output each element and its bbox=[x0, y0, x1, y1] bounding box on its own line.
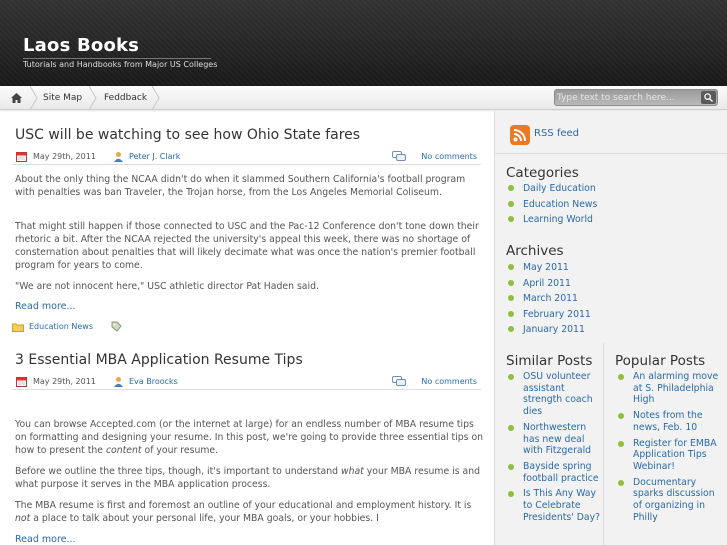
search-input[interactable] bbox=[557, 91, 697, 104]
calendar-icon bbox=[16, 152, 27, 162]
post-paragraph: That might still happen if those connect… bbox=[15, 221, 479, 271]
post-author[interactable]: Peter J. Clark bbox=[129, 152, 180, 161]
category-link[interactable]: Education News bbox=[506, 197, 597, 213]
nav-site-map[interactable]: Site Map bbox=[43, 86, 82, 110]
post-title[interactable]: USC will be watching to see how Ohio Sta… bbox=[15, 127, 360, 143]
popular-posts-title: Popular Posts bbox=[615, 353, 706, 369]
post-paragraph: Before we outline the three tips, though… bbox=[15, 466, 481, 490]
rss-icon bbox=[510, 125, 530, 145]
similar-post-link[interactable]: Is This Any Way to Celebrate Presidents'… bbox=[506, 488, 601, 523]
post-date: May 29th, 2011 bbox=[33, 152, 96, 161]
popular-post-link[interactable]: Documentary sparks discussion of organiz… bbox=[616, 477, 721, 524]
post-meta: May 29th, 2011 Eva Broocks No comments bbox=[13, 374, 481, 390]
site-header: Laos Books Tutorials and Handbooks from … bbox=[0, 0, 727, 86]
post-paragraph: About the only thing the NCAA didn't do … bbox=[15, 174, 466, 198]
archives-list: May 2011 April 2011 March 2011 February … bbox=[506, 260, 591, 338]
archive-link[interactable]: January 2011 bbox=[506, 322, 591, 338]
calendar-icon bbox=[16, 377, 27, 387]
popular-post-link[interactable]: Notes from the news, Feb. 10 bbox=[616, 410, 721, 433]
categories-title: Categories bbox=[506, 165, 579, 181]
comment-bubble-icon bbox=[392, 376, 406, 386]
popular-post-link[interactable]: An alarming move at S. Philadelphia High bbox=[616, 371, 721, 406]
similar-post-link[interactable]: Bayside spring football practice bbox=[506, 461, 601, 484]
similar-posts-list: OSU volunteer assistant strength coach d… bbox=[506, 371, 601, 527]
tag-icon bbox=[111, 321, 122, 332]
archive-link[interactable]: May 2011 bbox=[506, 260, 591, 276]
post-paragraph: You can browse Accepted.com (or the inte… bbox=[15, 419, 484, 456]
post-meta: May 29th, 2011 Peter J. Clark No comment… bbox=[13, 149, 481, 165]
category-link[interactable]: Daily Education bbox=[506, 181, 597, 197]
post-title[interactable]: 3 Essential MBA Application Resume Tips bbox=[15, 352, 303, 368]
similar-posts-title: Similar Posts bbox=[506, 353, 593, 369]
divider bbox=[495, 153, 727, 154]
archive-link[interactable]: March 2011 bbox=[506, 291, 591, 307]
comments-link[interactable]: No comments bbox=[421, 377, 477, 386]
sidebar: RSS feed Categories Daily Education Educ… bbox=[494, 111, 727, 545]
author-icon bbox=[114, 377, 123, 387]
home-link[interactable] bbox=[0, 86, 32, 110]
nav-separator bbox=[30, 86, 38, 110]
site-tagline: Tutorials and Handbooks from Major US Co… bbox=[23, 58, 218, 69]
divider bbox=[603, 343, 604, 545]
home-icon bbox=[10, 93, 22, 103]
post-author[interactable]: Eva Broocks bbox=[129, 377, 178, 386]
nav-separator bbox=[89, 86, 97, 110]
popular-posts-list: An alarming move at S. Philadelphia High… bbox=[616, 371, 721, 527]
search-icon bbox=[704, 93, 713, 102]
post-paragraph: "We are not innocent here," USC athletic… bbox=[15, 281, 319, 292]
category-link[interactable]: Learning World bbox=[506, 212, 597, 228]
post-paragraph: The MBA resume is first and foremost an … bbox=[15, 500, 472, 524]
nav-separator bbox=[152, 86, 160, 110]
rss-feed-link[interactable]: RSS feed bbox=[534, 128, 579, 139]
site-title[interactable]: Laos Books bbox=[23, 35, 139, 56]
comments-link[interactable]: No comments bbox=[421, 152, 477, 161]
folder-icon bbox=[12, 323, 24, 332]
popular-post-link[interactable]: Register for EMBA Application Tips Webin… bbox=[616, 438, 721, 473]
categories-list: Daily Education Education News Learning … bbox=[506, 181, 597, 228]
post-category-link[interactable]: Education News bbox=[29, 322, 93, 331]
main-content: USC will be watching to see how Ohio Sta… bbox=[0, 111, 493, 545]
read-more-link[interactable]: Read more... bbox=[15, 301, 76, 312]
similar-post-link[interactable]: Northwestern has new deal with Fitzgeral… bbox=[506, 422, 601, 457]
read-more-link[interactable]: Read more... bbox=[15, 534, 76, 545]
archive-link[interactable]: February 2011 bbox=[506, 307, 591, 323]
nav-feedback[interactable]: Feddback bbox=[104, 86, 147, 110]
comment-bubble-icon bbox=[392, 151, 406, 161]
search-box bbox=[554, 89, 718, 106]
similar-post-link[interactable]: OSU volunteer assistant strength coach d… bbox=[506, 371, 601, 418]
post-date: May 29th, 2011 bbox=[33, 377, 96, 386]
author-icon bbox=[114, 152, 123, 162]
archives-title: Archives bbox=[506, 243, 564, 259]
search-button[interactable] bbox=[701, 91, 716, 104]
archive-link[interactable]: April 2011 bbox=[506, 276, 591, 292]
